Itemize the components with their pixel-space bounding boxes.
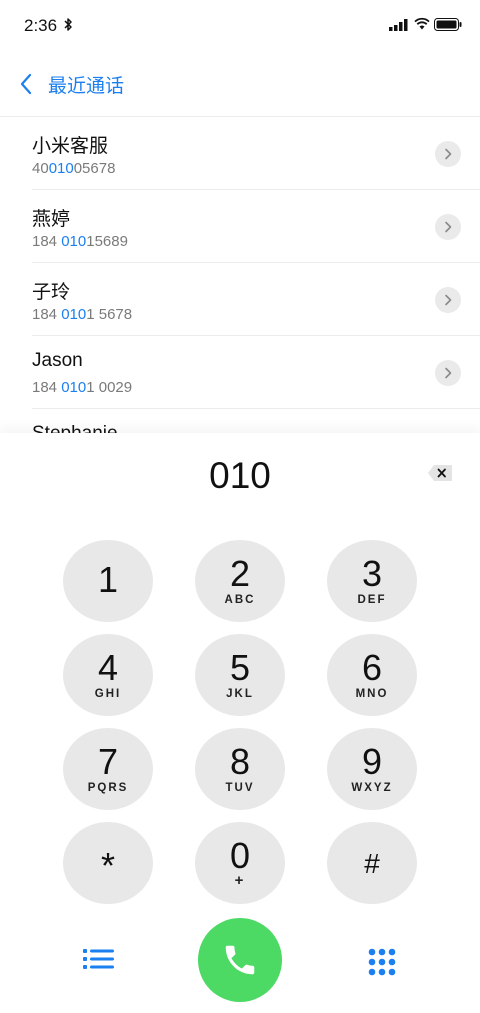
contact-name: Stephanie xyxy=(32,423,118,433)
bottom-bar xyxy=(0,918,480,1002)
key-letters: GHI xyxy=(94,688,122,700)
signal-icon xyxy=(389,19,408,31)
keypad-grid-icon[interactable] xyxy=(368,948,396,981)
delete-button[interactable] xyxy=(427,464,453,482)
key-letters: DEF xyxy=(357,594,387,606)
key-digit: 8 xyxy=(229,741,251,782)
key-4[interactable]: 4 GHI xyxy=(63,634,153,716)
key-letters: WXYZ xyxy=(351,782,393,794)
back-button[interactable]: 最近通话 xyxy=(12,66,124,102)
key-9[interactable]: 9 WXYZ xyxy=(327,728,417,810)
contact-number: 184 0101 5678 xyxy=(32,306,133,323)
contact-detail-button[interactable] xyxy=(435,360,461,386)
dial-display: 010 xyxy=(0,433,480,519)
key-3[interactable]: 3 DEF xyxy=(327,540,417,622)
nav-bar: 最近通话 xyxy=(0,56,480,112)
contact-detail-button[interactable] xyxy=(435,214,461,240)
list-item[interactable]: 子玲 184 0101 5678 xyxy=(32,263,480,336)
key-digit: # xyxy=(364,848,380,879)
backspace-icon xyxy=(428,465,452,481)
key-8[interactable]: 8 TUV xyxy=(195,728,285,810)
key-letters: TUV xyxy=(225,782,255,794)
wifi-icon xyxy=(414,17,430,30)
list-item[interactable]: 小米客服 4001005678 xyxy=(32,117,480,190)
key-digit: 7 xyxy=(97,741,119,782)
key-2[interactable]: 2 ABC xyxy=(195,540,285,622)
key-star[interactable]: * xyxy=(63,822,153,904)
contact-name: 小米客服 xyxy=(32,136,109,157)
status-bar: 2:36 xyxy=(0,0,480,52)
contact-name: 燕婷 xyxy=(32,209,71,230)
contact-number: 184 0101 0029 xyxy=(32,379,133,396)
nav-title: 最近通话 xyxy=(48,75,125,97)
contact-number: 4001005678 xyxy=(32,160,116,177)
key-digit: 0 xyxy=(229,835,251,876)
contact-name: Jason xyxy=(32,350,83,371)
key-digit: 2 xyxy=(229,553,251,594)
key-6[interactable]: 6 MNO xyxy=(327,634,417,716)
key-digit: 1 xyxy=(97,559,119,600)
chevron-left-icon xyxy=(12,70,40,98)
list-item[interactable]: Jason 184 0101 0029 xyxy=(32,336,480,409)
bluetooth-icon xyxy=(64,18,72,31)
key-1[interactable]: 1 xyxy=(63,540,153,622)
status-time: 2:36 xyxy=(24,16,58,35)
key-letters: MNO xyxy=(355,688,389,700)
key-digit: 3 xyxy=(361,553,383,594)
list-icon[interactable] xyxy=(83,948,115,975)
list-item[interactable]: Stephanie xyxy=(32,409,480,433)
chevron-right-icon xyxy=(445,367,452,379)
call-button[interactable] xyxy=(198,918,282,1002)
chevron-right-icon xyxy=(445,294,452,306)
key-letters: ABC xyxy=(224,594,256,606)
list-item[interactable]: 燕婷 184 01015689 xyxy=(32,190,480,263)
key-0[interactable]: 0 + xyxy=(195,822,285,904)
chevron-right-icon xyxy=(445,221,452,233)
battery-icon xyxy=(434,18,462,31)
contact-number: 184 01015689 xyxy=(32,233,128,250)
contact-detail-button[interactable] xyxy=(435,141,461,167)
contact-name: 子玲 xyxy=(32,282,71,303)
key-letters: PQRS xyxy=(87,782,129,794)
key-digit: 9 xyxy=(361,741,383,782)
key-digit: * xyxy=(100,845,115,886)
key-hash[interactable]: # xyxy=(327,822,417,904)
chevron-right-icon xyxy=(445,148,452,160)
key-letters: + xyxy=(234,872,246,889)
phone-icon xyxy=(225,945,255,975)
dialed-number: 010 xyxy=(209,455,271,496)
key-7[interactable]: 7 PQRS xyxy=(63,728,153,810)
key-5[interactable]: 5 JKL xyxy=(195,634,285,716)
key-digit: 6 xyxy=(361,647,383,688)
contact-detail-button[interactable] xyxy=(435,287,461,313)
key-letters: JKL xyxy=(226,688,254,700)
key-digit: 4 xyxy=(97,647,119,688)
recent-calls-list[interactable]: 小米客服 4001005678 燕婷 184 01015689 子玲 184 0… xyxy=(0,117,480,433)
key-digit: 5 xyxy=(229,647,251,688)
